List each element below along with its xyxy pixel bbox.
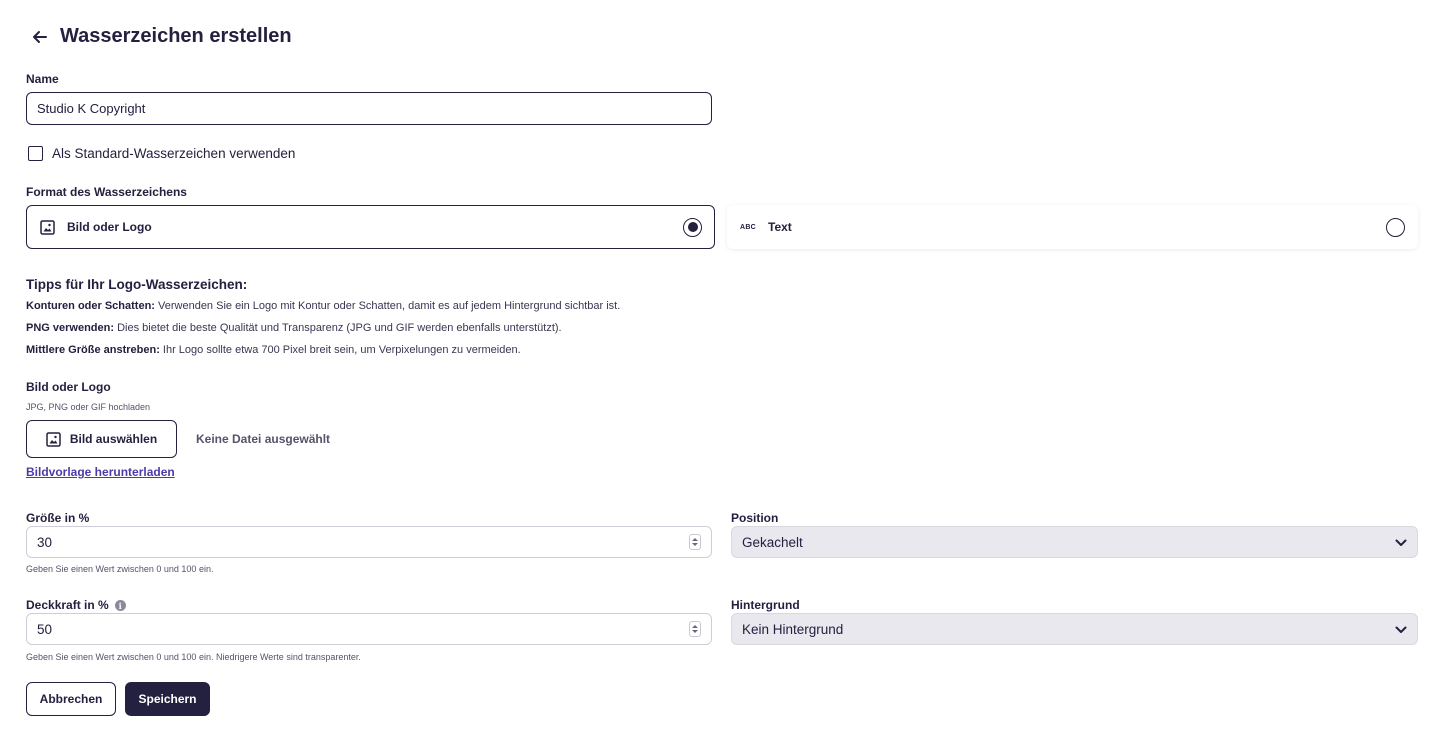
- size-hint: Geben Sie einen Wert zwischen 0 und 100 …: [26, 564, 214, 574]
- default-watermark-label[interactable]: Als Standard-Wasserzeichen verwenden: [52, 146, 295, 161]
- select-image-button[interactable]: Bild auswählen: [26, 420, 177, 458]
- image-icon: [46, 431, 61, 447]
- size-label: Größe in %: [26, 511, 90, 525]
- tip-item: Konturen oder Schatten: Verwenden Sie ei…: [26, 300, 621, 312]
- size-input-value: 30: [37, 534, 53, 550]
- position-label: Position: [731, 511, 779, 525]
- format-option-image[interactable]: Bild oder Logo: [26, 205, 715, 249]
- opacity-label: Deckkraft in % i: [26, 598, 126, 612]
- info-icon[interactable]: i: [114, 600, 126, 612]
- opacity-input[interactable]: 50: [26, 613, 712, 645]
- upload-label: Bild oder Logo: [26, 380, 111, 394]
- position-select[interactable]: Gekachelt: [731, 526, 1418, 558]
- file-status: Keine Datei ausgewählt: [196, 432, 331, 446]
- format-label: Format des Wasserzeichens: [26, 185, 187, 199]
- name-input[interactable]: Studio K Copyright: [26, 92, 712, 125]
- download-template-link[interactable]: Bildvorlage herunterladen: [26, 465, 175, 479]
- background-select-value: Kein Hintergrund: [742, 621, 844, 637]
- name-label: Name: [26, 72, 59, 86]
- background-select[interactable]: Kein Hintergrund: [731, 613, 1418, 645]
- default-watermark-checkbox[interactable]: [28, 146, 43, 161]
- save-button[interactable]: Speichern: [125, 682, 210, 716]
- select-image-button-label: Bild auswählen: [69, 432, 158, 446]
- abc-icon: ABC: [739, 223, 757, 231]
- format-option-text[interactable]: ABC Text: [727, 205, 1418, 249]
- tips-title: Tipps für Ihr Logo-Wasserzeichen:: [26, 277, 248, 292]
- format-option-text-label: Text: [768, 220, 792, 234]
- image-icon: [39, 219, 55, 235]
- back-arrow-icon[interactable]: [30, 27, 50, 47]
- opacity-spinner[interactable]: [689, 621, 701, 637]
- format-option-image-label: Bild oder Logo: [67, 220, 152, 234]
- page-title: Wasserzeichen erstellen: [60, 25, 292, 47]
- format-option-text-radio[interactable]: [1386, 217, 1405, 237]
- tip-item: Mittlere Größe anstreben: Ihr Logo sollt…: [26, 344, 521, 356]
- size-spinner[interactable]: [689, 534, 701, 550]
- format-option-image-radio[interactable]: [683, 217, 702, 237]
- size-input[interactable]: 30: [26, 526, 712, 558]
- upload-hint: JPG, PNG oder GIF hochladen: [26, 402, 151, 412]
- opacity-hint: Geben Sie einen Wert zwischen 0 und 100 …: [26, 652, 361, 662]
- position-select-value: Gekachelt: [742, 534, 803, 550]
- chevron-down-icon: [1395, 535, 1407, 550]
- chevron-down-icon: [1395, 622, 1407, 637]
- opacity-input-value: 50: [37, 621, 53, 637]
- name-input-value: Studio K Copyright: [37, 101, 146, 116]
- tip-item: PNG verwenden: Dies bietet die beste Qua…: [26, 322, 562, 334]
- background-label: Hintergrund: [731, 598, 800, 612]
- cancel-button[interactable]: Abbrechen: [26, 682, 116, 716]
